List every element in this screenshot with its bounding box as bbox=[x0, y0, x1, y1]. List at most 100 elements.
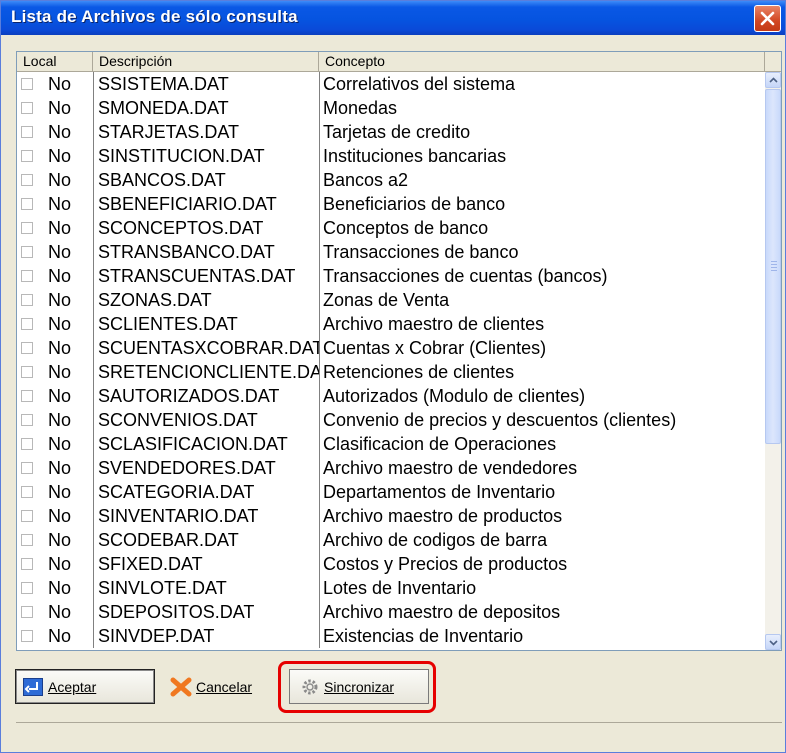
descripcion-cell: SDEPOSITOS.DAT bbox=[93, 600, 319, 624]
local-cell: No bbox=[17, 192, 93, 216]
local-value: No bbox=[48, 146, 72, 166]
local-checkbox[interactable] bbox=[21, 630, 33, 642]
descripcion-cell: STRANSBANCO.DAT bbox=[93, 240, 319, 264]
local-checkbox[interactable] bbox=[21, 414, 33, 426]
local-cell: No bbox=[17, 576, 93, 600]
local-checkbox[interactable] bbox=[21, 558, 33, 570]
files-grid[interactable]: Local Descripción Concepto No SSISTEMA.DA… bbox=[16, 51, 782, 651]
table-row[interactable]: No SCONCEPTOS.DAT Conceptos de banco bbox=[17, 216, 765, 240]
table-row[interactable]: No SVENDEDORES.DAT Archivo maestro de vend… bbox=[17, 456, 765, 480]
local-cell: No bbox=[17, 480, 93, 504]
descripcion-cell: SRETENCIONCLIENTE.DAT bbox=[93, 360, 319, 384]
local-value: No bbox=[48, 386, 72, 406]
status-bar bbox=[16, 722, 782, 747]
local-value: No bbox=[48, 194, 72, 214]
sincronizar-label: Sincronizar bbox=[324, 679, 395, 695]
local-checkbox[interactable] bbox=[21, 534, 33, 546]
descripcion-cell: SINVENTARIO.DAT bbox=[93, 504, 319, 528]
cancelar-button[interactable]: Cancelar bbox=[163, 669, 268, 704]
descripcion-cell: SCONCEPTOS.DAT bbox=[93, 216, 319, 240]
local-value: No bbox=[48, 74, 72, 94]
vertical-scrollbar[interactable] bbox=[765, 72, 781, 650]
table-row[interactable]: No SCUENTASXCOBRAR.DAT Cuentas x Cobrar (C… bbox=[17, 336, 765, 360]
local-checkbox[interactable] bbox=[21, 222, 33, 234]
column-header-local[interactable]: Local bbox=[17, 52, 93, 71]
concepto-cell: Archivo maestro de depositos bbox=[319, 600, 765, 624]
local-cell: No bbox=[17, 504, 93, 528]
local-value: No bbox=[48, 290, 72, 310]
local-checkbox[interactable] bbox=[21, 486, 33, 498]
table-row[interactable]: No SAUTORIZADOS.DAT Autorizados (Modulo de… bbox=[17, 384, 765, 408]
descripcion-cell: SMONEDA.DAT bbox=[93, 96, 319, 120]
table-row[interactable]: No SCATEGORIA.DAT Departamentos de Inventa… bbox=[17, 480, 765, 504]
descripcion-cell: STARJETAS.DAT bbox=[93, 120, 319, 144]
table-row[interactable]: No SSISTEMA.DAT Correlativos del sistema bbox=[17, 72, 765, 96]
local-checkbox[interactable] bbox=[21, 510, 33, 522]
local-value: No bbox=[48, 458, 72, 478]
local-checkbox[interactable] bbox=[21, 294, 33, 306]
title-bar[interactable]: Lista de Archivos de sólo consulta bbox=[1, 1, 785, 35]
column-header-descripcion[interactable]: Descripción bbox=[93, 52, 319, 71]
local-checkbox[interactable] bbox=[21, 174, 33, 186]
concepto-cell: Correlativos del sistema bbox=[319, 72, 765, 96]
table-row[interactable]: No SDEPOSITOS.DAT Archivo maestro de depos… bbox=[17, 600, 765, 624]
local-checkbox[interactable] bbox=[21, 150, 33, 162]
table-row[interactable]: No SINSTITUCION.DAT Instituciones bancaria… bbox=[17, 144, 765, 168]
table-row[interactable]: No SCODEBAR.DAT Archivo de codigos de barr… bbox=[17, 528, 765, 552]
close-button[interactable] bbox=[754, 5, 781, 32]
local-checkbox[interactable] bbox=[21, 390, 33, 402]
column-header-concepto[interactable]: Concepto bbox=[319, 52, 765, 71]
local-value: No bbox=[48, 362, 72, 382]
table-row[interactable]: No SBANCOS.DAT Bancos a2 bbox=[17, 168, 765, 192]
local-checkbox[interactable] bbox=[21, 78, 33, 90]
scroll-down-button[interactable] bbox=[765, 634, 781, 650]
local-cell: No bbox=[17, 600, 93, 624]
concepto-cell: Retenciones de clientes bbox=[319, 360, 765, 384]
table-row[interactable]: No SCLIENTES.DAT Archivo maestro de client… bbox=[17, 312, 765, 336]
local-checkbox[interactable] bbox=[21, 462, 33, 474]
local-checkbox[interactable] bbox=[21, 198, 33, 210]
local-value: No bbox=[48, 410, 72, 430]
concepto-cell: Transacciones de banco bbox=[319, 240, 765, 264]
table-row[interactable]: No STARJETAS.DAT Tarjetas de credito bbox=[17, 120, 765, 144]
table-row[interactable]: No SINVLOTE.DAT Lotes de Inventario bbox=[17, 576, 765, 600]
table-row[interactable]: No STRANSBANCO.DAT Transacciones de banco bbox=[17, 240, 765, 264]
local-value: No bbox=[48, 122, 72, 142]
table-row[interactable]: No SMONEDA.DAT Monedas bbox=[17, 96, 765, 120]
local-checkbox[interactable] bbox=[21, 582, 33, 594]
local-cell: No bbox=[17, 240, 93, 264]
window-title: Lista de Archivos de sólo consulta bbox=[11, 7, 298, 26]
table-row[interactable]: No SCONVENIOS.DAT Convenio de precios y de… bbox=[17, 408, 765, 432]
local-checkbox[interactable] bbox=[21, 606, 33, 618]
local-checkbox[interactable] bbox=[21, 438, 33, 450]
descripcion-cell: SINSTITUCION.DAT bbox=[93, 144, 319, 168]
descripcion-cell: SVENDEDORES.DAT bbox=[93, 456, 319, 480]
table-row[interactable]: No SRETENCIONCLIENTE.DAT Retenciones de cl… bbox=[17, 360, 765, 384]
scroll-thumb[interactable] bbox=[765, 89, 781, 444]
local-checkbox[interactable] bbox=[21, 246, 33, 258]
table-row[interactable]: No STRANSCUENTAS.DAT Transacciones de cuen… bbox=[17, 264, 765, 288]
local-checkbox[interactable] bbox=[21, 126, 33, 138]
enter-icon bbox=[23, 678, 43, 696]
close-icon bbox=[760, 11, 775, 26]
table-row[interactable]: No SBENEFICIARIO.DAT Beneficiarios de banc… bbox=[17, 192, 765, 216]
local-checkbox[interactable] bbox=[21, 318, 33, 330]
local-checkbox[interactable] bbox=[21, 102, 33, 114]
table-row[interactable]: No SZONAS.DAT Zonas de Venta bbox=[17, 288, 765, 312]
local-value: No bbox=[48, 314, 72, 334]
local-cell: No bbox=[17, 312, 93, 336]
local-checkbox[interactable] bbox=[21, 270, 33, 282]
local-checkbox[interactable] bbox=[21, 366, 33, 378]
descripcion-cell: SBANCOS.DAT bbox=[93, 168, 319, 192]
concepto-cell: Autorizados (Modulo de clientes) bbox=[319, 384, 765, 408]
local-cell: No bbox=[17, 72, 93, 96]
table-row[interactable]: No SFIXED.DAT Costos y Precios de producto… bbox=[17, 552, 765, 576]
table-row[interactable]: No SINVENTARIO.DAT Archivo maestro de prod… bbox=[17, 504, 765, 528]
local-checkbox[interactable] bbox=[21, 342, 33, 354]
aceptar-button[interactable]: Aceptar bbox=[15, 669, 155, 704]
scroll-up-button[interactable] bbox=[765, 72, 781, 88]
concepto-cell: Monedas bbox=[319, 96, 765, 120]
table-row[interactable]: No SCLASIFICACION.DAT Clasificacion de Ope… bbox=[17, 432, 765, 456]
sincronizar-button[interactable]: Sincronizar bbox=[289, 669, 429, 704]
table-row[interactable]: No SINVDEP.DAT Existencias de Inventario bbox=[17, 624, 765, 648]
